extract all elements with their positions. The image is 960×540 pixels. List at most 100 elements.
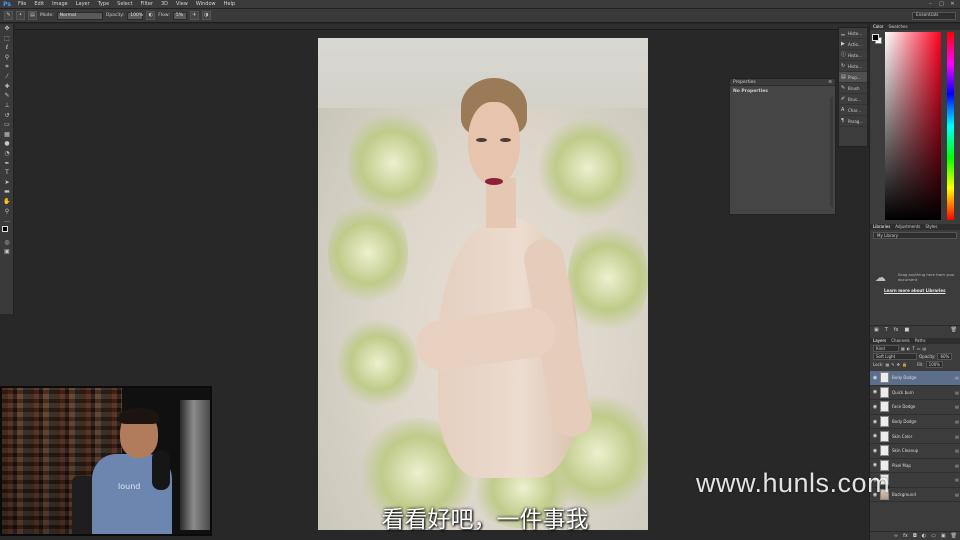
maximize-icon[interactable]: □	[938, 1, 945, 7]
menu-layer[interactable]: Layer	[72, 0, 94, 9]
healing-tool-icon[interactable]: ✚	[0, 82, 14, 92]
flow-field[interactable]: 5%	[172, 11, 187, 20]
pen-tool-icon[interactable]: ✒	[0, 158, 14, 168]
lasso-tool-icon[interactable]: ℓ	[0, 43, 14, 53]
filter-smart-icon[interactable]: ▤	[923, 346, 927, 351]
blur-tool-icon[interactable]: ●	[0, 139, 14, 149]
layer-style-icon[interactable]: fx	[903, 532, 908, 540]
filter-type-icon[interactable]: T	[912, 346, 914, 351]
add-color-icon[interactable]: ■	[905, 326, 910, 334]
shape-tool-icon[interactable]: ▬	[0, 187, 14, 197]
lock-pixels-icon[interactable]: ✎	[891, 362, 894, 367]
tab-swatches[interactable]: Swatches	[888, 24, 907, 30]
tab-layers[interactable]: Layers	[873, 338, 886, 344]
dock-item-info[interactable]: ⓘ Histo...	[839, 50, 867, 61]
document-canvas[interactable]	[318, 38, 648, 530]
properties-scrollbar[interactable]	[830, 97, 833, 207]
visibility-eye-icon[interactable]: ◉	[870, 448, 880, 454]
foreground-color-swatch[interactable]	[872, 34, 879, 41]
panel-menu-icon[interactable]: ≡	[828, 79, 835, 85]
visibility-eye-icon[interactable]: ◉	[870, 404, 880, 410]
library-select[interactable]: My Library	[873, 232, 957, 239]
dock-item-character[interactable]: A Char...	[839, 105, 867, 116]
layer-fill-field[interactable]: 100%	[925, 360, 944, 368]
new-group-icon[interactable]: ▭	[931, 532, 936, 540]
trash-icon[interactable]: 🗑	[951, 326, 960, 334]
crop-tool-icon[interactable]: ⌗	[0, 62, 14, 72]
menu-edit[interactable]: Edit	[30, 0, 48, 9]
layer-row[interactable]: ◉ Body Dodge ▤	[870, 415, 960, 430]
add-text-icon[interactable]: T	[885, 326, 888, 334]
visibility-eye-icon[interactable]: ◉	[870, 419, 880, 425]
brush-tool-icon[interactable]: ✎	[0, 91, 14, 101]
filter-shape-icon[interactable]: ▭	[917, 346, 921, 351]
brush-panel-toggle-icon[interactable]: ▤	[28, 11, 37, 20]
dock-item-paragraph[interactable]: ¶ Parag...	[839, 116, 867, 127]
screen-mode-icon[interactable]: ▣	[0, 247, 14, 257]
move-tool-icon[interactable]: ✥	[0, 24, 14, 34]
layer-row[interactable]: ◉ Quick burn ▤	[870, 386, 960, 401]
brush-tool-preset-icon[interactable]: ✎	[4, 11, 13, 20]
layer-row[interactable]: ◉ Body Dodge ▤	[870, 371, 960, 386]
eraser-tool-icon[interactable]: ▭	[0, 120, 14, 130]
add-fx-icon[interactable]: fx	[894, 326, 899, 334]
tab-channels[interactable]: Channels	[891, 338, 910, 344]
properties-panel-header[interactable]: Properties ≡	[730, 79, 835, 86]
dock-item-histogram[interactable]: ▁ Histo...	[839, 28, 867, 39]
visibility-eye-icon[interactable]: ◉	[870, 433, 880, 439]
menu-window[interactable]: Window	[192, 0, 220, 9]
clone-stamp-tool-icon[interactable]: ⊥	[0, 101, 14, 111]
more-tools-icon[interactable]: …	[0, 216, 14, 226]
delete-layer-icon[interactable]: 🗑	[951, 532, 957, 540]
airbrush-icon[interactable]: ✈	[189, 11, 199, 20]
foreground-background-colors[interactable]	[0, 225, 14, 237]
blend-mode-select[interactable]: Soft Light	[873, 352, 917, 360]
dock-item-brush-presets[interactable]: ✐ Brus...	[839, 94, 867, 105]
dock-item-history[interactable]: ↻ Histo...	[839, 61, 867, 72]
menu-type[interactable]: Type	[94, 0, 113, 9]
hand-tool-icon[interactable]: ✋	[0, 197, 14, 207]
foreground-color-swatch[interactable]	[2, 226, 8, 233]
brush-size-icon[interactable]: •	[16, 11, 25, 20]
new-layer-icon[interactable]: ▣	[941, 532, 946, 540]
tab-adjustments[interactable]: Adjustments	[895, 224, 920, 230]
hue-slider[interactable]	[947, 32, 954, 220]
lock-all-icon[interactable]: 🔒	[902, 362, 907, 367]
close-icon[interactable]: ✕	[949, 1, 956, 7]
menu-help[interactable]: Help	[220, 0, 239, 9]
pressure-size-icon[interactable]: ◑	[201, 11, 211, 20]
pressure-opacity-icon[interactable]: ◐	[146, 11, 156, 20]
color-field[interactable]	[885, 32, 941, 220]
eyedropper-tool-icon[interactable]: ⁄	[0, 72, 14, 82]
zoom-tool-icon[interactable]: ⚲	[0, 206, 14, 216]
lock-position-icon[interactable]: ✥	[897, 362, 900, 367]
visibility-eye-icon[interactable]: ◉	[870, 375, 880, 381]
tab-color[interactable]: Color	[873, 24, 883, 30]
layer-opacity-field[interactable]: 60%	[937, 352, 953, 360]
marquee-tool-icon[interactable]: ⬚	[0, 34, 14, 44]
minimize-icon[interactable]: –	[927, 1, 934, 7]
mode-select[interactable]: Normal	[56, 11, 103, 20]
menu-file[interactable]: File	[14, 0, 30, 9]
tab-paths[interactable]: Paths	[915, 338, 926, 344]
dock-item-properties[interactable]: ▤ Prop...	[839, 72, 867, 83]
quick-mask-icon[interactable]: ◎	[0, 237, 14, 247]
visibility-eye-icon[interactable]: ◉	[870, 389, 880, 395]
workspace-select[interactable]: Essentials	[912, 12, 956, 20]
lock-transparency-icon[interactable]: ▦	[885, 362, 889, 367]
layer-row[interactable]: ◉ Face Dodge ▤	[870, 400, 960, 415]
dock-item-actions[interactable]: ▶ Actio...	[839, 39, 867, 50]
layer-row[interactable]: ◉ Skin Cleanup ▤	[870, 444, 960, 459]
menu-image[interactable]: Image	[48, 0, 72, 9]
menu-select[interactable]: Select	[113, 0, 136, 9]
link-layers-icon[interactable]: ∞	[894, 532, 898, 540]
history-brush-tool-icon[interactable]: ↺	[0, 110, 14, 120]
tab-libraries[interactable]: Libraries	[873, 224, 890, 230]
dodge-tool-icon[interactable]: ◔	[0, 149, 14, 159]
menu-3d[interactable]: 3D	[157, 0, 172, 9]
filter-adjustment-icon[interactable]: ◐	[907, 346, 911, 351]
add-mask-icon[interactable]: ◘	[913, 532, 917, 540]
path-select-tool-icon[interactable]: ➤	[0, 178, 14, 188]
add-graphic-icon[interactable]: ▣	[874, 326, 879, 334]
opacity-field[interactable]: 100%	[127, 11, 144, 20]
